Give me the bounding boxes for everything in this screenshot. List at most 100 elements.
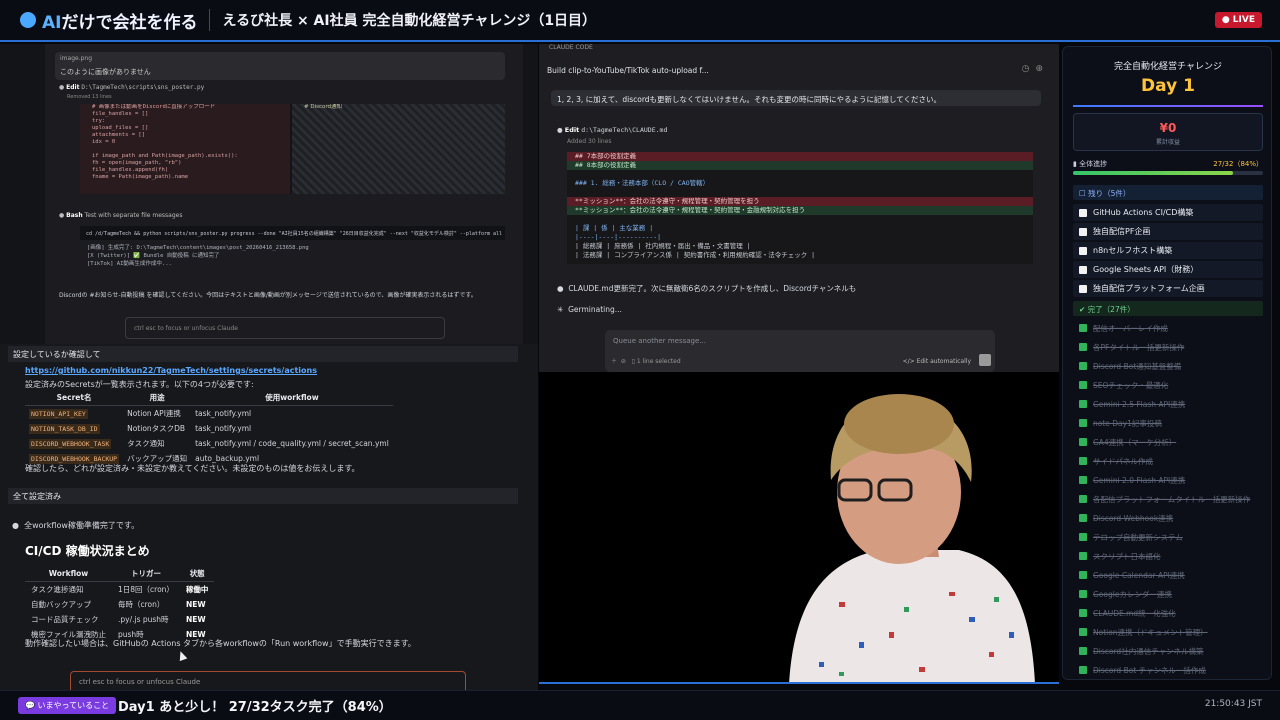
bash-command: cd /d/TagmeTech && python scripts/sns_po… — [80, 226, 505, 240]
workflow-cell: コード品質チェック — [31, 615, 99, 624]
status-line: ✳ Germinating... — [557, 305, 622, 314]
task-item-done: 各配信プラットフォームタイトル一括更新操作 — [1073, 491, 1263, 507]
task-item-pending: n8nセルフホスト構築 — [1073, 242, 1263, 259]
task-label: note Day1記事投稿 — [1093, 418, 1162, 428]
checkbox-icon — [1079, 208, 1087, 217]
stop-button[interactable] — [979, 354, 991, 366]
live-badge: ● LIVE — [1214, 12, 1262, 28]
bash-label: Bash — [66, 212, 83, 219]
challenge-title: 完全自動化経営チャレンジ — [1114, 62, 1222, 72]
trigger-cell: 1日8回（cron） — [118, 585, 174, 594]
output-line: [X (Twitter)] ✅ Bundle 自動投稿 に通知完了 — [87, 253, 220, 259]
status-cell: NEW — [185, 600, 206, 609]
task-label: Discord Bot チャンネル一括作成 — [1093, 665, 1206, 675]
stream-header: AIだけで会社を作る えるび社長 × AI社員 完全自動化経営チャレンジ（1日目… — [0, 0, 1280, 42]
diff-row — [567, 215, 1033, 224]
checkbox-icon — [1079, 265, 1087, 274]
task-label: スクリプト日本語化 — [1093, 551, 1161, 561]
task-label: GitHub Actions CI/CD構築 — [1093, 208, 1194, 217]
task-label: Google Sheets API（財務） — [1093, 265, 1199, 274]
workflow-cell: タスク進捗通知 — [31, 585, 84, 594]
secrets-link[interactable]: https://github.com/nikkun22/TagmeTech/se… — [25, 366, 317, 375]
panel-actions[interactable]: ◷⊕ — [1022, 64, 1049, 74]
streamer-image — [539, 372, 1059, 682]
task-item-done: Discord Webhook連携 — [1073, 510, 1263, 526]
edit-label: Edit — [66, 84, 80, 91]
assistant-note-text: CLAUDE.md更新完了。次に無敵衛6名のスクリプトを作成し、Discordチ… — [568, 284, 857, 293]
purpose-cell: Notion API連携 — [127, 409, 181, 418]
column-header: 状態 — [179, 566, 215, 582]
challenge-sidebar: 完全自動化経営チャレンジ Day 1 ¥0 累計収益 ▮ 全体進捗 27/32（… — [1062, 46, 1272, 680]
task-item-done: SEOチェック・最適化 — [1073, 377, 1263, 393]
task-label: Notion連携（ドキュメント管理） — [1093, 627, 1208, 637]
stream-title: えるび社長 × AI社員 完全自動化経営チャレンジ（1日目） — [222, 13, 597, 29]
task-label: Gemini 2.5 Flash API連携 — [1093, 399, 1186, 409]
trigger-cell: 毎時（cron） — [118, 600, 165, 609]
cicd-note: 動作確認したい場合は、GitHubの Actions タブから各workflow… — [25, 639, 416, 648]
task-label: Gemini 2.0 Flash API連携 — [1093, 475, 1186, 485]
mouse-cursor — [176, 649, 188, 662]
panel-tab[interactable]: CLAUDE CODE — [549, 44, 593, 51]
diff-line: upload_files = [] — [92, 125, 149, 131]
check-icon — [1079, 476, 1087, 484]
claude-input[interactable]: ctrl esc to focus or unfocus Claude — [125, 317, 445, 339]
task-item-done: Notion連携（ドキュメント管理） — [1073, 624, 1263, 640]
status-text: Germinating... — [568, 305, 622, 314]
status-cell: NEW — [185, 615, 206, 624]
new-session-icon[interactable]: ⊕ — [1035, 64, 1049, 74]
task-label: n8nセルフホスト構築 — [1093, 246, 1173, 255]
claude-md-diff: ## 7本部の役割定義 ## 8本部の役割定義 ### 1. 総務・法務本部（CLO… — [567, 152, 1033, 264]
check-icon — [1079, 609, 1087, 617]
task-label: 配信オーバーレイ作成 — [1093, 323, 1168, 333]
image-attachment-card[interactable]: image.png このように画像がありません — [55, 52, 505, 80]
task-label: Discord Bot通知基盤整備 — [1093, 361, 1182, 371]
task-item-done: テロップ自動更新システム — [1073, 529, 1263, 545]
discord-note: Discordの #お知らせ-自動投稿 を確認してください。今回はテキストと画像… — [59, 292, 477, 299]
claude-input-2[interactable]: ctrl esc to focus or unfocus Claude — [70, 671, 466, 690]
revenue-label: 累計収益 — [1155, 139, 1180, 146]
diff-line: # 画像または動画をDiscordに直接アップロード — [92, 104, 216, 110]
workflow-cell: 自動バックアップ — [31, 600, 91, 609]
claude-transcript-bottom[interactable]: 設定しているか確認して https://github.com/nikkun22/… — [0, 344, 538, 690]
task-label: 独自配信PF企画 — [1093, 227, 1151, 236]
bullet-text: 全workflow稼働準備完了です。 — [24, 521, 140, 530]
task-label: 独自配信プラットフォーム企画 — [1093, 284, 1205, 293]
slash-icon[interactable]: ⊘ — [621, 358, 626, 365]
diff-row: **ミッション**：会社の法令遵守・規程管理・契約管理を担う — [567, 197, 1033, 206]
secret-name: NOTION_API_KEY — [29, 409, 88, 419]
edit-mode-toggle[interactable]: </> Edit automatically — [903, 358, 971, 365]
cicd-table: Workflow トリガー 状態 タスク進捗通知 1日8回（cron） 稼働中 自動バック… — [25, 566, 215, 642]
edit-meta: Added 30 lines — [567, 138, 612, 145]
composer-placeholder[interactable]: Queue another message... — [613, 337, 706, 345]
image-filename: image.png — [60, 55, 93, 62]
output-line: [TikTok] AI動画生成作成中... — [87, 261, 172, 267]
task-label: Googleカレンダー連携 — [1093, 589, 1172, 599]
claude-transcript-top[interactable]: image.png このように画像がありません ● Edit D:\TagmeT… — [0, 44, 538, 344]
check-icon — [1079, 419, 1087, 427]
diff-line: if image_path and Path(image_path).exist… — [92, 153, 238, 159]
progress-fill — [1073, 171, 1233, 175]
code-diff: # 画像または動画をDiscordに直接アップロード file_handles =… — [80, 104, 505, 194]
diff-right-line: # Discord通知 — [304, 104, 343, 110]
plus-icon[interactable]: ＋ — [611, 358, 617, 365]
diff-row: |----|----|----------| — [575, 233, 662, 241]
assistant-note: ● CLAUDE.md更新完了。次に無敵衛6名のスクリプトを作成し、Discor… — [557, 284, 857, 293]
edit-path: D:\TagmeTech\scripts\sns_poster.py — [81, 84, 205, 91]
diff-line: idx = 0 — [92, 139, 116, 145]
history-icon[interactable]: ◷ — [1022, 64, 1036, 74]
check-icon — [1079, 571, 1087, 579]
task-item-done: Googleカレンダー連携 — [1073, 586, 1263, 602]
check-icon — [1079, 362, 1087, 370]
check-icon — [1079, 343, 1087, 351]
user-message: 設定しているか確認して — [8, 346, 518, 362]
column-header: トリガー — [112, 566, 180, 582]
transcript-pane: image.png このように画像がありません ● Edit D:\TagmeT… — [45, 44, 523, 344]
diff-line: try: — [92, 118, 106, 124]
pending-heading: ☐ 残り（5件） — [1073, 185, 1263, 200]
claude-code-panel[interactable]: CLAUDE CODE Build clip-to-YouTube/TikTok… — [539, 44, 1059, 372]
chart-icon: ▮ — [1073, 160, 1077, 168]
now-doing-text: Day1 あと少し！ 27/32タスク完了（84%） — [118, 700, 392, 715]
spinner-icon: ✳ — [557, 305, 564, 314]
diff-row: | 法務課 | コンプライアンス係 | 契約書作成・利用規約確認・法令チェック … — [575, 251, 816, 259]
message-composer[interactable]: Queue another message... ＋ ⊘ ▯ 1 line se… — [605, 330, 995, 372]
